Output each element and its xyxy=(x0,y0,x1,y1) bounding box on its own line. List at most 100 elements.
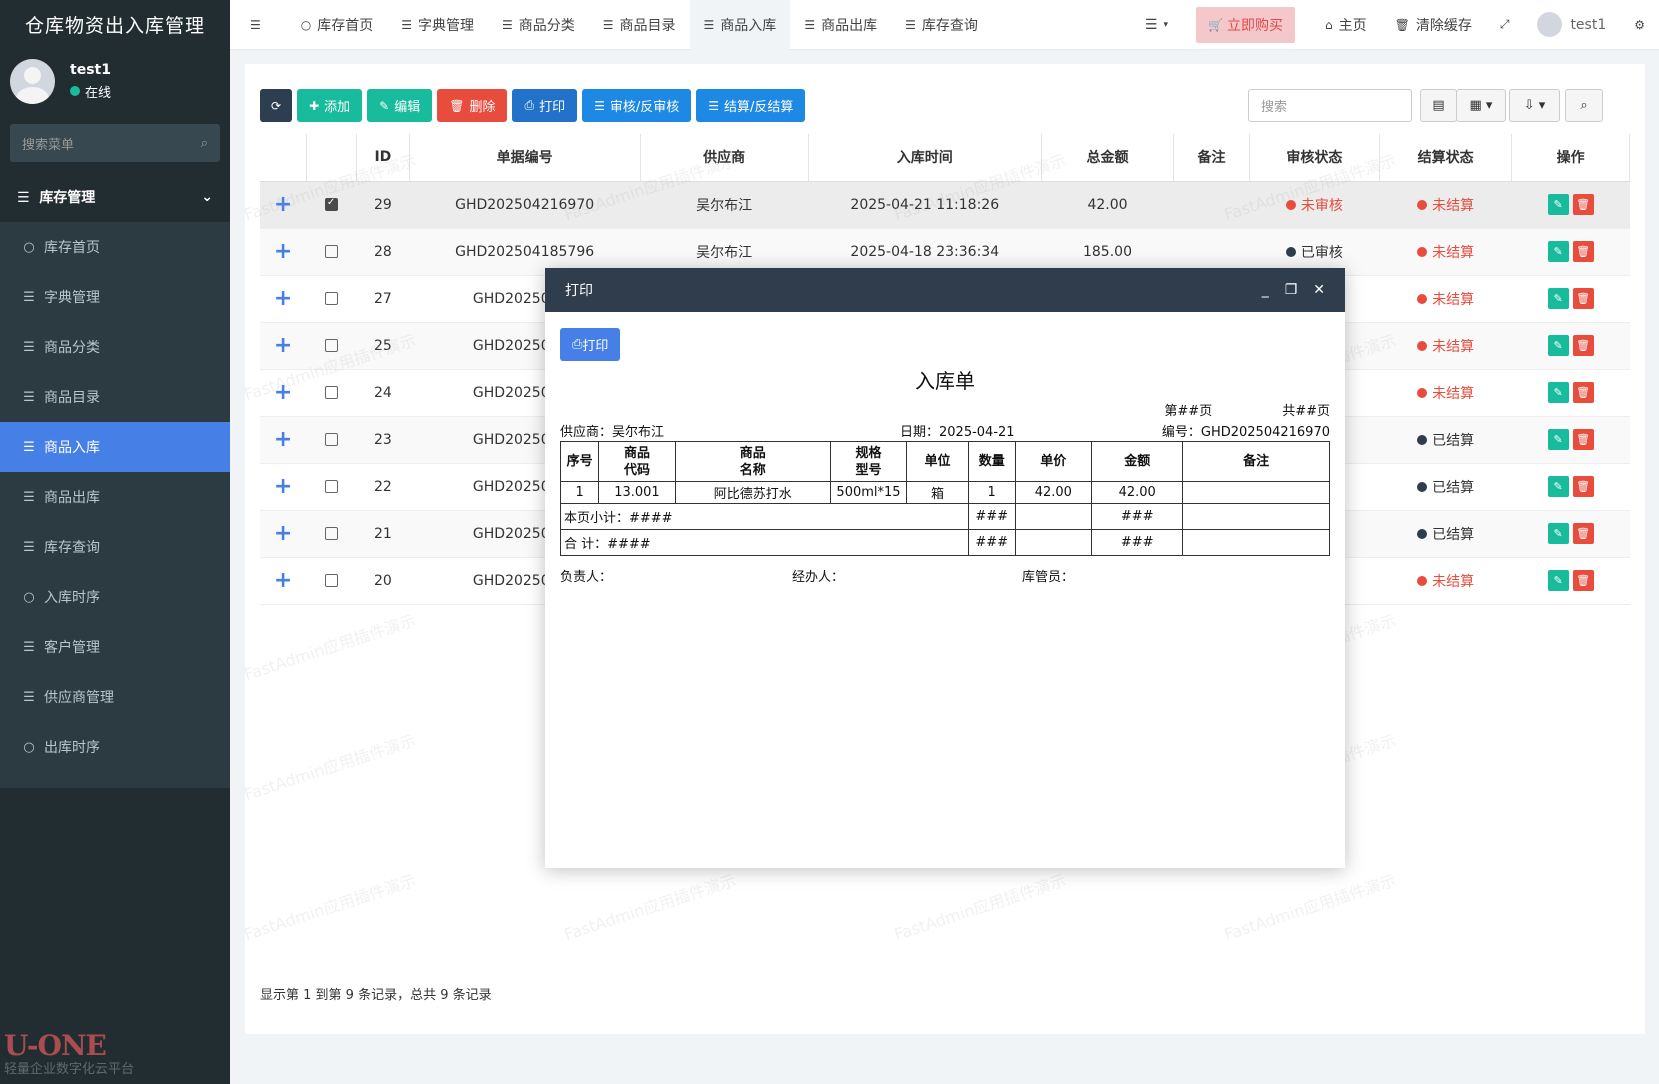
status-dot-icon xyxy=(1417,575,1428,586)
audit-button[interactable]: ☰ 审核/反审核 xyxy=(582,89,692,122)
tab-2[interactable]: ☰ 商品分类 xyxy=(488,0,589,50)
row-delete-button[interactable]: 🗑 xyxy=(1572,288,1594,309)
dialog-print-button[interactable]: ⎙ 打印 xyxy=(560,328,621,361)
checkbox-col[interactable] xyxy=(306,134,358,182)
row-checkbox[interactable] xyxy=(324,245,338,258)
more-tabs-dropdown[interactable]: ☰ ▾ xyxy=(1131,0,1182,50)
refresh-button[interactable]: ⟳ xyxy=(260,89,293,122)
row-delete-button[interactable]: 🗑 xyxy=(1572,523,1594,544)
column-header[interactable]: ID xyxy=(356,134,410,182)
expand-icon[interactable]: + xyxy=(274,333,292,358)
row-edit-button[interactable]: ✎ xyxy=(1547,194,1569,215)
home-link[interactable]: ⌂ 主页 xyxy=(1311,0,1381,50)
settings-button[interactable]: ⚙ xyxy=(1620,0,1659,50)
cell-id: 29 xyxy=(356,181,410,229)
row-checkbox[interactable] xyxy=(324,339,338,352)
row-edit-button[interactable]: ✎ xyxy=(1547,288,1569,309)
sidebar-toggle-button[interactable]: ☰ xyxy=(230,0,287,50)
sidebar-item-9[interactable]: ☰ 供应商管理 xyxy=(0,672,230,722)
print-button[interactable]: ⎙ 打印 xyxy=(512,89,578,122)
menu-search-input[interactable]: 搜索菜单 ⌕ xyxy=(10,124,220,162)
dialog-header[interactable]: 打印 _ ❐ ✕ xyxy=(545,268,1345,312)
advanced-search-button[interactable]: ⌕ xyxy=(1565,89,1603,122)
row-checkbox[interactable] xyxy=(324,197,338,211)
edit-button[interactable]: ✎ 编辑 xyxy=(367,89,433,122)
row-delete-button[interactable]: 🗑 xyxy=(1572,382,1594,403)
row-edit-button[interactable]: ✎ xyxy=(1547,241,1569,262)
top-navbar: ☰ ○ 库存首页 ☰ 字典管理 ☰ 商品分类 ☰ 商品目录 ☰ 商品入库 ☰ 商品出库 ☰ 库存查询 ☰ ▾… xyxy=(230,0,1659,50)
column-header[interactable]: 结算状态 xyxy=(1379,134,1513,182)
sidebar-item-2[interactable]: ☰ 商品分类 xyxy=(0,322,230,372)
tab-5[interactable]: ☰ 商品出库 xyxy=(790,0,891,50)
column-header[interactable]: 入库时间 xyxy=(808,134,1042,182)
settle-button[interactable]: ☰ 结算/反结算 xyxy=(696,89,806,122)
expand-icon[interactable]: + xyxy=(274,427,292,452)
row-checkbox[interactable] xyxy=(324,433,338,446)
fullscreen-button[interactable]: ⤢ xyxy=(1486,0,1524,50)
cell-settle: 未结算 xyxy=(1379,228,1512,276)
expand-icon[interactable]: + xyxy=(274,239,292,264)
row-edit-button[interactable]: ✎ xyxy=(1547,476,1569,497)
row-delete-button[interactable]: 🗑 xyxy=(1572,429,1594,450)
row-edit-button[interactable]: ✎ xyxy=(1547,523,1569,544)
list-icon: ☰ xyxy=(23,489,35,505)
row-checkbox[interactable] xyxy=(324,480,338,493)
expand-icon[interactable]: + xyxy=(274,380,292,405)
user-menu[interactable]: test1 xyxy=(1523,0,1620,50)
sidebar-item-4[interactable]: ☰ 商品入库 xyxy=(0,422,230,472)
column-header[interactable]: 操作 xyxy=(1511,134,1630,182)
tab-3[interactable]: ☰ 商品目录 xyxy=(589,0,690,50)
tab-4[interactable]: ☰ 商品入库 xyxy=(689,0,791,50)
online-dot-icon xyxy=(70,86,80,96)
row-delete-button[interactable]: 🗑 xyxy=(1572,476,1594,497)
column-header[interactable]: 单据编号 xyxy=(409,134,641,182)
doc-column-header: 金额 xyxy=(1091,441,1184,482)
column-header[interactable]: 备注 xyxy=(1173,134,1250,182)
close-icon[interactable]: ✕ xyxy=(1313,282,1325,298)
buy-button[interactable]: 🛒 立即购买 xyxy=(1196,6,1295,43)
expand-icon[interactable]: + xyxy=(274,568,292,593)
tab-1[interactable]: ☰ 字典管理 xyxy=(387,0,488,50)
row-checkbox[interactable] xyxy=(324,292,338,305)
column-header[interactable]: 审核状态 xyxy=(1249,134,1380,182)
menu-group-header[interactable]: ☰ 库存管理 ⌄ xyxy=(0,172,230,222)
tab-6[interactable]: ☰ 库存查询 xyxy=(891,0,992,50)
sidebar-item-10[interactable]: ○ 出库时序 xyxy=(0,722,230,772)
row-checkbox[interactable] xyxy=(324,386,338,399)
minimize-icon[interactable]: _ xyxy=(1262,282,1269,298)
add-button[interactable]: ✚ 添加 xyxy=(297,89,363,122)
columns-dropdown[interactable]: ▦ ▾ xyxy=(1456,89,1506,122)
row-edit-button[interactable]: ✎ xyxy=(1547,382,1569,403)
expand-icon[interactable]: + xyxy=(274,474,292,499)
clear-cache-button[interactable]: 🗑 清除缓存 xyxy=(1381,0,1486,50)
user-panel: test1 在线 xyxy=(0,48,230,114)
row-checkbox[interactable] xyxy=(324,527,338,540)
row-delete-button[interactable]: 🗑 xyxy=(1572,194,1594,215)
row-edit-button[interactable]: ✎ xyxy=(1547,570,1569,591)
sidebar-item-1[interactable]: ☰ 字典管理 xyxy=(0,272,230,322)
expand-icon[interactable]: + xyxy=(274,286,292,311)
sidebar-item-6[interactable]: ☰ 库存查询 xyxy=(0,522,230,572)
export-dropdown[interactable]: ⇩ ▾ xyxy=(1509,89,1560,122)
maximize-icon[interactable]: ❐ xyxy=(1285,282,1298,298)
row-delete-button[interactable]: 🗑 xyxy=(1572,335,1594,356)
table-search-input[interactable]: 搜索 xyxy=(1248,89,1412,122)
toggle-view-button[interactable]: ▤ xyxy=(1420,89,1457,122)
row-delete-button[interactable]: 🗑 xyxy=(1572,241,1594,262)
row-edit-button[interactable]: ✎ xyxy=(1547,335,1569,356)
column-header[interactable]: 供应商 xyxy=(640,134,809,182)
expand-icon[interactable]: + xyxy=(274,192,292,217)
delete-button[interactable]: 🗑 删除 xyxy=(437,89,508,122)
sidebar-item-7[interactable]: ○ 入库时序 xyxy=(0,572,230,622)
sidebar-item-8[interactable]: ☰ 客户管理 xyxy=(0,622,230,672)
row-delete-button[interactable]: 🗑 xyxy=(1572,570,1594,591)
expand-icon[interactable]: + xyxy=(274,521,292,546)
sidebar-item-0[interactable]: ○ 库存首页 xyxy=(0,222,230,272)
row-edit-button[interactable]: ✎ xyxy=(1547,429,1569,450)
sidebar-item-3[interactable]: ☰ 商品目录 xyxy=(0,372,230,422)
row-checkbox[interactable] xyxy=(324,574,338,587)
tab-0[interactable]: ○ 库存首页 xyxy=(287,0,387,50)
table-row[interactable]: +29GHD202504216970吴尔布江2025-04-21 11:18:2… xyxy=(260,181,1630,229)
column-header[interactable]: 总金额 xyxy=(1041,134,1175,182)
sidebar-item-5[interactable]: ☰ 商品出库 xyxy=(0,472,230,522)
